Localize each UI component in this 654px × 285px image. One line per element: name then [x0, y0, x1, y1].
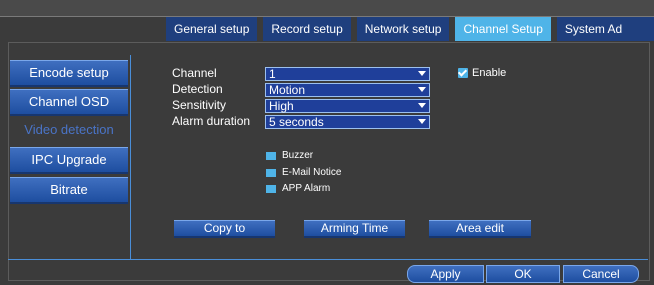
channel-label: Channel — [172, 66, 217, 80]
sensitivity-select[interactable]: High — [265, 99, 430, 113]
ok-button[interactable]: OK — [486, 265, 560, 283]
channel-value: 1 — [269, 67, 276, 81]
chevron-down-icon — [418, 119, 426, 124]
arming-time-button[interactable]: Arming Time — [304, 220, 405, 236]
copy-to-button[interactable]: Copy to — [174, 220, 275, 236]
checkbox-icon — [266, 168, 276, 177]
sensitivity-value: High — [269, 99, 294, 113]
tab-channel-setup[interactable]: Channel Setup — [455, 17, 551, 41]
area-edit-button[interactable]: Area edit — [429, 220, 531, 236]
sidebar-item-bitrate[interactable]: Bitrate — [10, 177, 128, 202]
buzzer-label: Buzzer — [282, 150, 314, 161]
sidebar-item-ipc-upgrade[interactable]: IPC Upgrade — [10, 147, 128, 172]
tab-bar: General setup Record setup Network setup… — [166, 17, 650, 41]
channel-select[interactable]: 1 — [265, 67, 430, 81]
sidebar-item-channel-osd[interactable]: Channel OSD — [10, 89, 128, 114]
tab-bar-filler — [622, 17, 654, 41]
sidebar-divider — [130, 55, 131, 259]
tab-general-setup[interactable]: General setup — [166, 17, 258, 41]
apply-button[interactable]: Apply — [407, 265, 484, 283]
tab-network-setup[interactable]: Network setup — [356, 17, 450, 41]
buzzer-option[interactable]: Buzzer — [266, 150, 313, 161]
settings-window: General setup Record setup Network setup… — [0, 0, 654, 285]
sidebar-item-encode-setup[interactable]: Encode setup — [10, 60, 128, 85]
tab-record-setup[interactable]: Record setup — [263, 17, 351, 41]
checkbox-checked-icon — [457, 67, 468, 78]
email-notice-option[interactable]: E-Mail Notice — [266, 167, 341, 178]
chevron-down-icon — [418, 87, 426, 92]
enable-label: Enable — [472, 67, 507, 79]
footer-divider — [8, 259, 648, 260]
detection-label: Detection — [172, 82, 223, 96]
title-bar — [0, 0, 654, 17]
app-alarm-label: APP Alarm — [282, 183, 331, 194]
alarm-duration-select[interactable]: 5 seconds — [265, 115, 430, 129]
enable-checkbox[interactable]: Enable — [457, 67, 507, 79]
cancel-button[interactable]: Cancel — [563, 265, 639, 283]
checkbox-icon — [266, 151, 276, 160]
alarm-duration-label: Alarm duration — [172, 114, 251, 128]
checkbox-icon — [266, 184, 276, 193]
alarm-duration-value: 5 seconds — [269, 115, 324, 129]
detection-value: Motion — [269, 83, 306, 97]
chevron-down-icon — [418, 71, 426, 76]
app-alarm-option[interactable]: APP Alarm — [266, 183, 330, 194]
chevron-down-icon — [418, 103, 426, 108]
email-notice-label: E-Mail Notice — [282, 167, 342, 178]
detection-select[interactable]: Motion — [265, 83, 430, 97]
sidebar-item-video-detection[interactable]: Video detection — [10, 118, 128, 142]
sensitivity-label: Sensitivity — [172, 98, 227, 112]
